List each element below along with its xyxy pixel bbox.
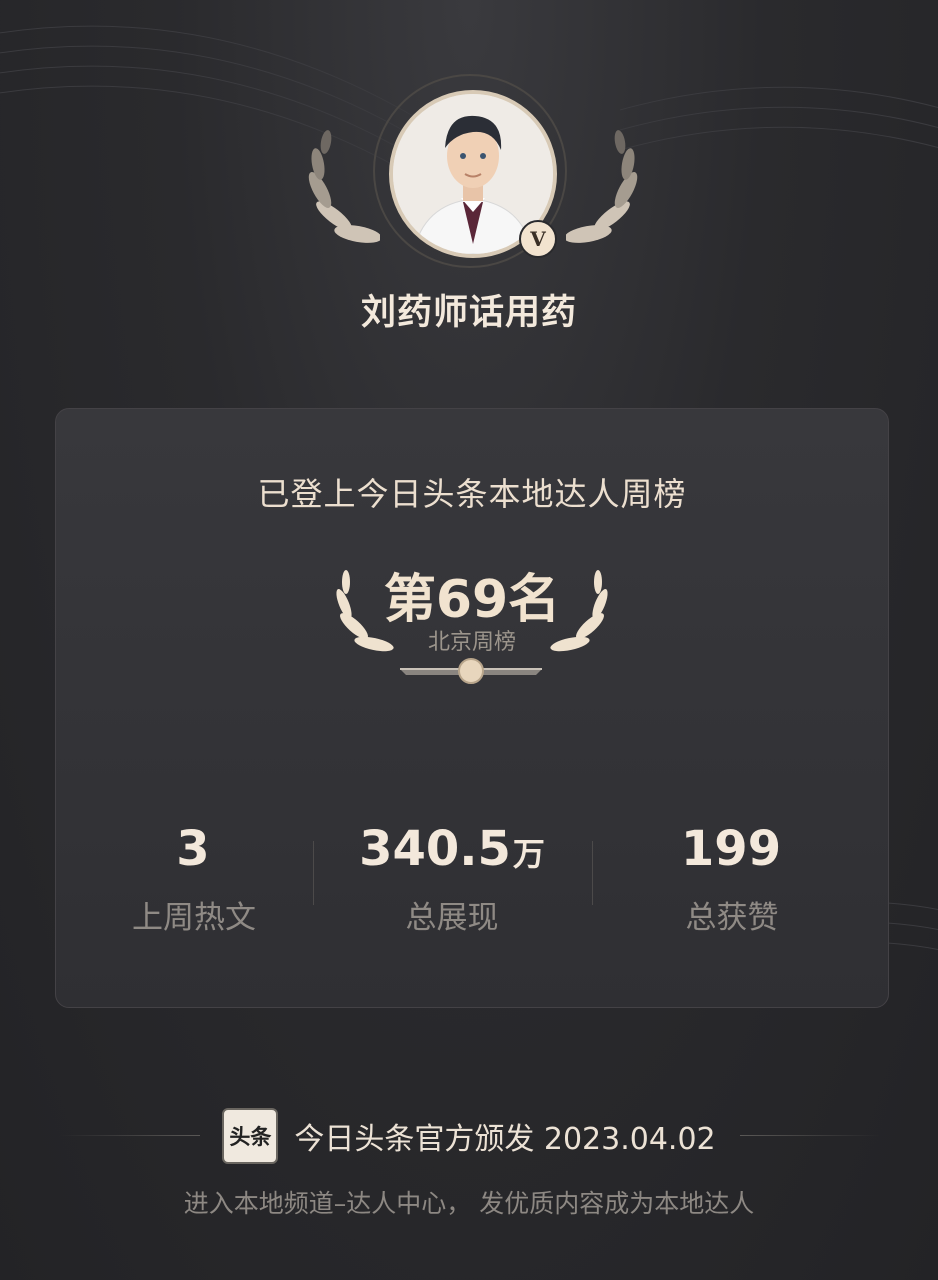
stat-likes: 199 总获赞 [602,821,862,937]
stat-label: 上周热文 [132,900,256,936]
stat-hot-articles: 3 上周热文 [64,821,324,937]
profile-name: 刘药师话用药 [360,293,577,333]
issued-text: 今日头条官方颁发 2023.04.02 [294,1122,716,1157]
rank-medal-bar [400,658,542,684]
stat-value: 3 [176,821,210,877]
ranking-card: 已登上今日头条本地达人周榜 第69名 北京周榜 3 上周热文 340.5万 总展… [55,408,889,1008]
profile-header: V [0,70,938,270]
stat-label: 总获赞 [685,900,779,936]
toutiao-logo-icon: 头条 [222,1108,279,1164]
footer-issuer: 头条 今日头条官方颁发 2023.04.02 [0,1108,938,1164]
rank-value: 第69名 [383,570,561,630]
stat-label: 总展现 [405,900,499,936]
card-title: 已登上今日头条本地达人周榜 [257,475,687,513]
laurel-left-icon [308,130,380,243]
laurel-right-icon [566,130,638,243]
stat-value: 340.5万 [359,821,545,877]
rank-region: 北京周榜 [427,630,516,655]
stat-value: 199 [680,821,782,877]
stat-divider [313,841,314,905]
stat-impressions: 340.5万 总展现 [322,821,582,937]
footer-note: 进入本地频道–达人中心， 发优质内容成为本地达人 [183,1189,755,1218]
stat-divider [592,841,593,905]
verified-icon: V [519,220,557,258]
